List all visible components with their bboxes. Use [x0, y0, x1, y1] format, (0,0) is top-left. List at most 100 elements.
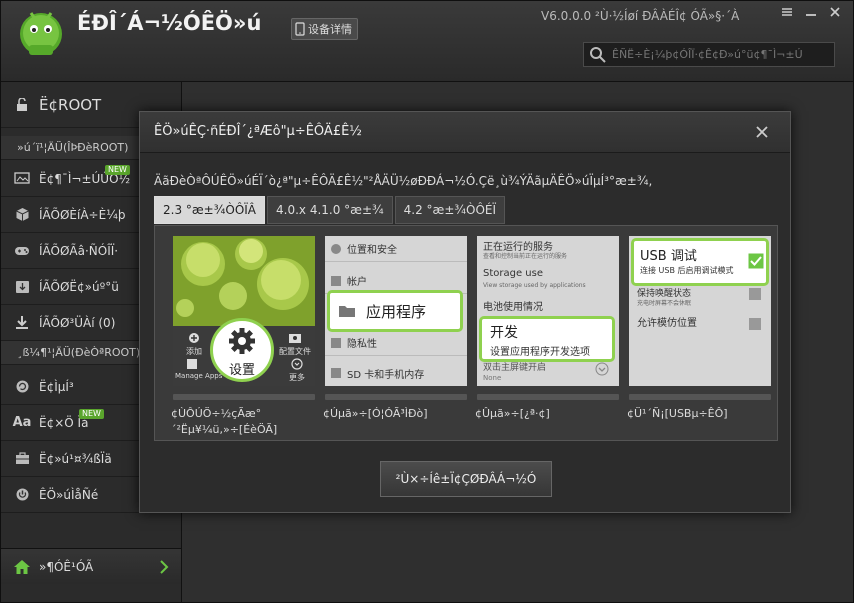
close-icon[interactable]	[823, 4, 847, 20]
sidebar-item-label: ÍÃÕØ³ÜÀí (0)	[39, 315, 116, 330]
apps-icon	[187, 359, 197, 369]
device-details-label: 设备详情	[308, 23, 352, 36]
settings-icon[interactable]	[775, 4, 799, 20]
steps-panel: 添加 配置文件 Manage Apps 更多 设置 位置和安全 帐户 隐私性 S…	[154, 225, 778, 441]
running-services-desc: 查看和控制当前正在运行的服务	[483, 253, 568, 260]
minimize-icon[interactable]	[799, 4, 823, 20]
profile-icon	[289, 334, 301, 343]
storage-use-desc: View storage used by applications	[483, 282, 586, 289]
dialog-title: ÊÖ»úÊÇ·ñÉÐÎ´¿ªÆô"µ÷ÊÔÄ£Ê½	[154, 124, 362, 139]
android-logo-icon	[20, 12, 62, 55]
sidebar-section-label: »ú´ï¹¦ÄÜ(ÎÞÐèROOT)	[17, 141, 129, 154]
sidebar-section-label: ¸ß¼¶¹¦ÄÜ(ÐèÒªROOT)	[17, 346, 141, 359]
stay-awake-desc: 充电时屏幕不会休眠	[637, 300, 692, 307]
storage-use-label: Storage use	[483, 268, 544, 279]
sidebar-item-home[interactable]: »¶ÓÊ¹ÓÃ	[1, 548, 181, 584]
tab-version-4-2[interactable]: 4.2 °æ±¾ÒÔÉÏ	[394, 196, 506, 224]
developer-highlight: 开发 设置应用程序开发选项	[479, 316, 615, 362]
finish-reconnect-button[interactable]: ²Ù×÷Íê±Ï¢ÇØÐÂÁ¬½Ó	[380, 461, 552, 497]
new-badge: NEW	[105, 165, 130, 175]
tab-version-2-3[interactable]: 2.3 °æ±¾ÒÔÏÂ	[154, 196, 266, 224]
sidebar-home-label: »¶ÓÊ¹ÓÃ	[39, 559, 94, 574]
green-bubbles-image	[173, 236, 315, 326]
privacy-icon	[331, 337, 341, 348]
plus-icon	[189, 333, 199, 343]
header: ÉÐÎ´Á¬½ÓÊÖ»ú 设备详情 V6.0.0.0 ²Ù·½Íøí ÐÂÀÉÎ…	[1, 1, 853, 82]
menu-more: 更多	[283, 358, 311, 383]
refresh-icon	[13, 379, 31, 395]
stay-awake-checkbox	[749, 288, 761, 300]
unlock-icon	[13, 97, 31, 113]
usb-debugging-highlight: USB 调试 连接 USB 后启用调试模式	[631, 238, 769, 286]
app-title: ÉÐÎ´Á¬½ÓÊÖ»ú	[77, 11, 262, 35]
step-2-screenshot: 位置和安全 帐户 隐私性 SD 卡和手机内存 应用程序	[325, 236, 467, 386]
step-3-caption: ¢Ûµã»÷[¿ª·¢]	[475, 407, 550, 420]
version-and-links[interactable]: V6.0.0.0 ²Ù·½Íøí ÐÂÀÉÎ¢ ÓÃ»§·´À	[541, 9, 739, 23]
more-icon	[291, 358, 303, 370]
sidebar-item-label: ÍÃÕØÃâ·ÑÓÎÏ·	[39, 243, 119, 258]
location-icon	[331, 243, 341, 254]
developer-desc: 设置应用程序开发选项	[490, 347, 590, 358]
version-tabs: 2.3 °æ±¾ÒÔÏÂ 4.0.x 4.1.0 °æ±¾ 4.2 °æ±¾ÒÔ…	[154, 196, 506, 224]
box-icon	[13, 207, 31, 223]
search-input[interactable]	[608, 48, 834, 61]
phone-row-security: 位置和安全	[325, 236, 467, 262]
dialog-description: ÄãÐèÒªÔÚÊÖ»úÉÏ´ò¿ª"µ÷ÊÔÄ£Ê½"²ÅÄÜ½øÐÐÁ¬½Ó…	[154, 174, 653, 188]
step-1-screenshot: 添加 配置文件 Manage Apps 更多 设置	[173, 236, 315, 386]
gear-icon	[229, 328, 255, 354]
sidebar-item-label: ÊÖ»úÌåÑé	[39, 487, 99, 502]
sidebar-item-label: ÍÃÕØË¢»úº°ü	[39, 279, 119, 294]
settings-highlight: 设置	[210, 318, 274, 382]
step-4-caption: ¢Ü¹´Ñ¡[USBµ÷ÊÔ]	[627, 407, 728, 420]
new-badge: NEW	[79, 409, 104, 419]
battery-usage-label: 电池使用情况	[483, 302, 543, 313]
power-icon	[13, 487, 31, 503]
download-box-icon	[13, 279, 31, 295]
step-4-screenshot: 保持唤醒状态 充电时屏幕不会休眠 允许模仿位置 USB 调试 连接 USB 后启…	[629, 236, 771, 386]
dialog-close-icon[interactable]	[752, 122, 772, 142]
app-window: ÉÐÎ´Á¬½ÓÊÖ»ú 设备详情 V6.0.0.0 ²Ù·½Íøí ÐÂÀÉÎ…	[0, 0, 854, 603]
phone-row-privacy: 隐私性	[325, 330, 467, 356]
wallpaper-icon	[13, 171, 31, 187]
developer-label: 开发	[490, 325, 518, 341]
mock-location-checkbox	[749, 318, 761, 330]
font-icon: Aa	[12, 415, 32, 430]
home-icon	[14, 559, 30, 574]
debug-mode-dialog: ÊÖ»úÊÇ·ñÉÐÎ´¿ªÆô"µ÷ÊÔÄ£Ê½ ÄãÐèÒªÔÚÊÖ»úÉÏ…	[139, 111, 791, 513]
sidebar-item-label: Ë¢»ú¹¤¾ßÏä	[39, 451, 112, 466]
usb-debugging-desc: 连接 USB 后启用调试模式	[640, 266, 734, 275]
checkbox-checked-icon	[748, 253, 764, 269]
usb-debugging-label: USB 调试	[640, 249, 697, 264]
step-3-scrollbar	[477, 394, 619, 400]
dialog-header: ÊÖ»úÊÇ·ñÉÐÎ´¿ªÆô"µ÷ÊÔÄ£Ê½	[140, 112, 790, 153]
step-2-scrollbar	[325, 394, 467, 400]
toolbox-icon	[13, 451, 31, 467]
sidebar-item-label: ÍÃÕØÈíÀ÷È¼þ	[39, 207, 126, 222]
menu-profiles: 配置文件	[277, 332, 313, 357]
applications-highlight: 应用程序	[327, 290, 463, 332]
device-details-button[interactable]: 设备详情	[291, 18, 358, 40]
step-2-caption: ¢Úµã»÷[Ó¦ÓÃ³ÌÐò]	[323, 407, 428, 420]
step-1-scrollbar	[173, 394, 315, 400]
chevron-right-icon	[160, 560, 169, 574]
settings-label: 设置	[228, 363, 255, 378]
sidebar-item-label: Ë¢ROOT	[39, 95, 102, 114]
chevron-down-icon	[595, 362, 609, 376]
phone-icon	[295, 22, 305, 36]
sd-card-icon	[331, 368, 341, 378]
search-icon	[590, 46, 606, 63]
account-icon	[331, 275, 341, 286]
phone-row-sd-card: SD 卡和手机内存	[325, 360, 467, 386]
menu-add: 添加	[181, 332, 207, 357]
download-icon	[13, 315, 31, 331]
folder-icon	[339, 306, 355, 317]
search-box[interactable]	[583, 42, 835, 67]
none-label: None	[483, 374, 502, 382]
tab-version-4-0[interactable]: 4.0.x 4.1.0 °æ±¾	[267, 196, 393, 224]
mock-location-label: 允许模仿位置	[637, 318, 697, 329]
gamepad-icon	[13, 243, 31, 259]
step-1-caption: ¢ÙÔÚÖ÷½çÃæ°´²Ëµ¥¼ü,»÷[ÉèÖÃ]	[171, 407, 278, 436]
step-3-screenshot: 正在运行的服务 查看和控制当前正在运行的服务 Storage use View …	[477, 236, 619, 386]
sidebar-item-label: Ë¢ÌµÍ³	[39, 379, 74, 394]
step-4-scrollbar	[629, 394, 771, 400]
